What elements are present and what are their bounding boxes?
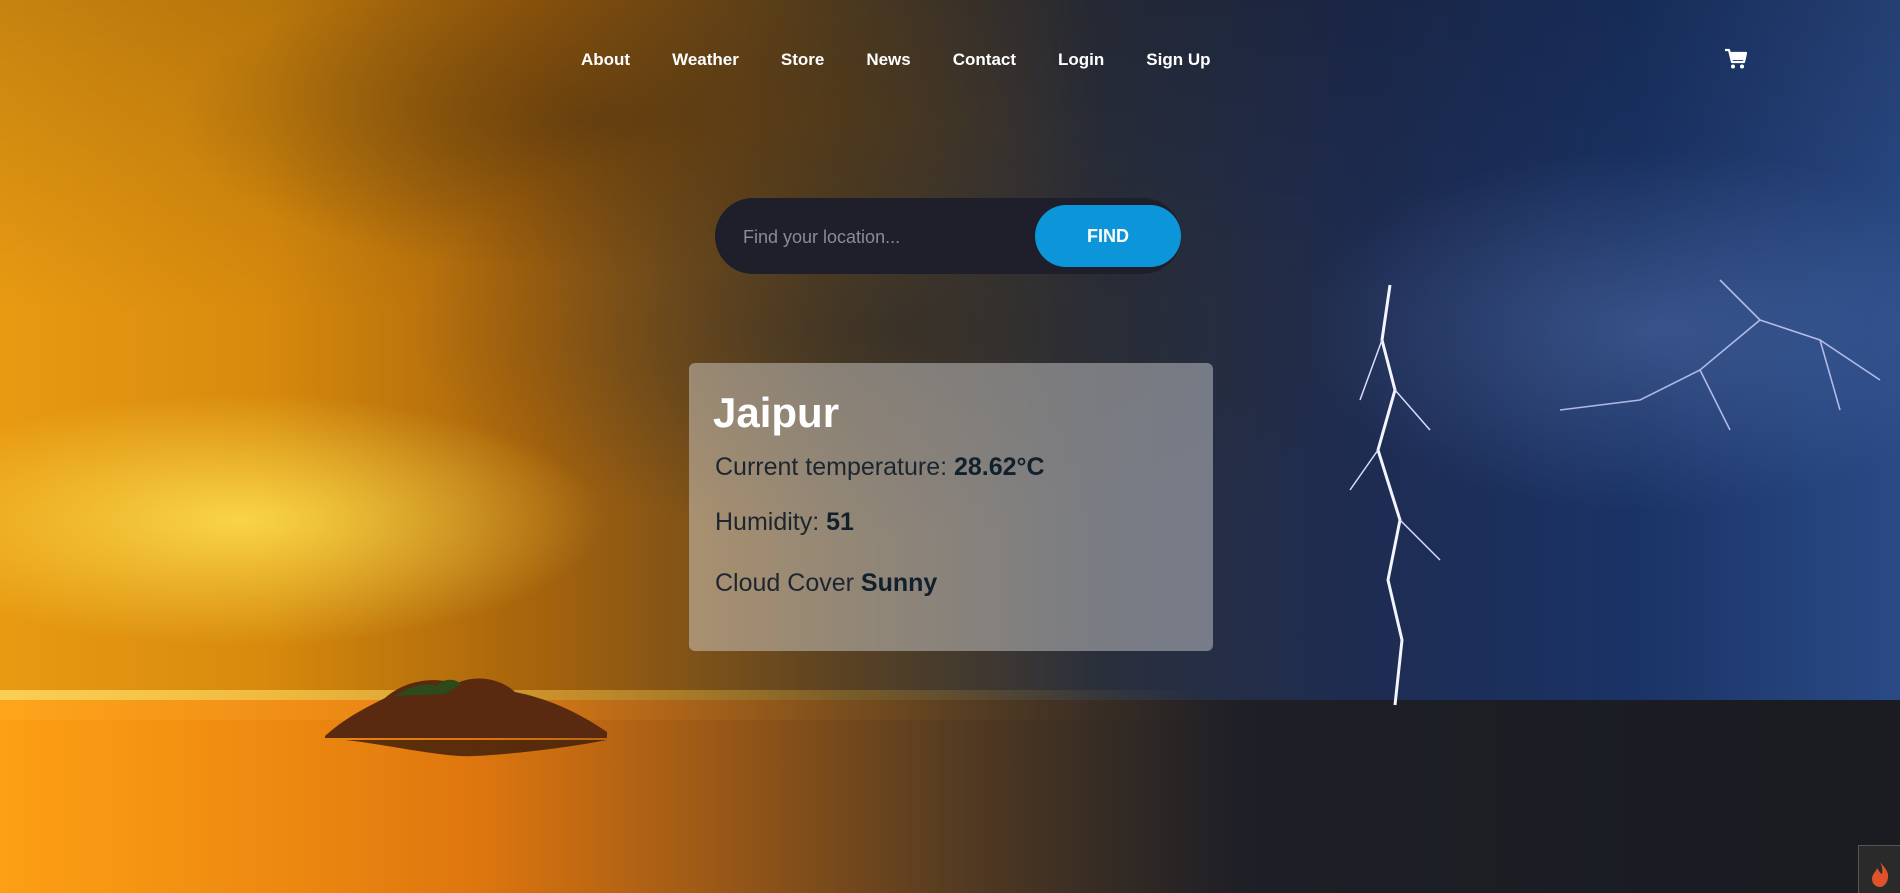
sea	[0, 700, 1900, 893]
cloud-cover-value: Sunny	[860, 569, 938, 597]
lightning-bolt-far	[1559, 279, 1881, 431]
city-name: Jaipur	[713, 389, 840, 436]
cloud-cover-row: Cloud Cover Sunny	[715, 569, 937, 598]
location-search-input[interactable]	[741, 217, 1025, 257]
humidity-value: 51	[826, 508, 854, 536]
nav-about[interactable]: About	[581, 50, 630, 70]
temperature-row: Current temperature: 28.62°C	[715, 453, 1045, 482]
lightning-bolt	[1349, 284, 1441, 706]
main-navigation: About Weather Store News Contact Login S…	[560, 44, 1232, 76]
temperature-label: Current temperature:	[715, 453, 954, 481]
corner-extension-badge[interactable]	[1858, 845, 1900, 893]
nav-weather[interactable]: Weather	[672, 50, 739, 70]
find-button[interactable]: FIND	[1035, 205, 1181, 267]
location-search-bar: FIND	[715, 198, 1181, 274]
nav-news[interactable]: News	[866, 50, 910, 70]
nav-sign-up[interactable]: Sign Up	[1146, 50, 1210, 70]
humidity-label: Humidity:	[715, 508, 827, 536]
weather-card: Jaipur Current temperature: 28.62°C Humi…	[689, 363, 1213, 651]
shopping-cart-icon[interactable]	[1724, 48, 1748, 70]
cloud-cover-label: Cloud Cover	[715, 569, 861, 597]
page-background: About Weather Store News Contact Login S…	[0, 0, 1900, 893]
nav-login[interactable]: Login	[1058, 50, 1104, 70]
island-image	[325, 678, 607, 757]
humidity-row: Humidity: 51	[715, 508, 854, 537]
nav-contact[interactable]: Contact	[953, 50, 1016, 70]
flame-icon	[1872, 862, 1889, 887]
nav-store[interactable]: Store	[781, 50, 824, 70]
temperature-value: 28.62°C	[954, 453, 1045, 481]
